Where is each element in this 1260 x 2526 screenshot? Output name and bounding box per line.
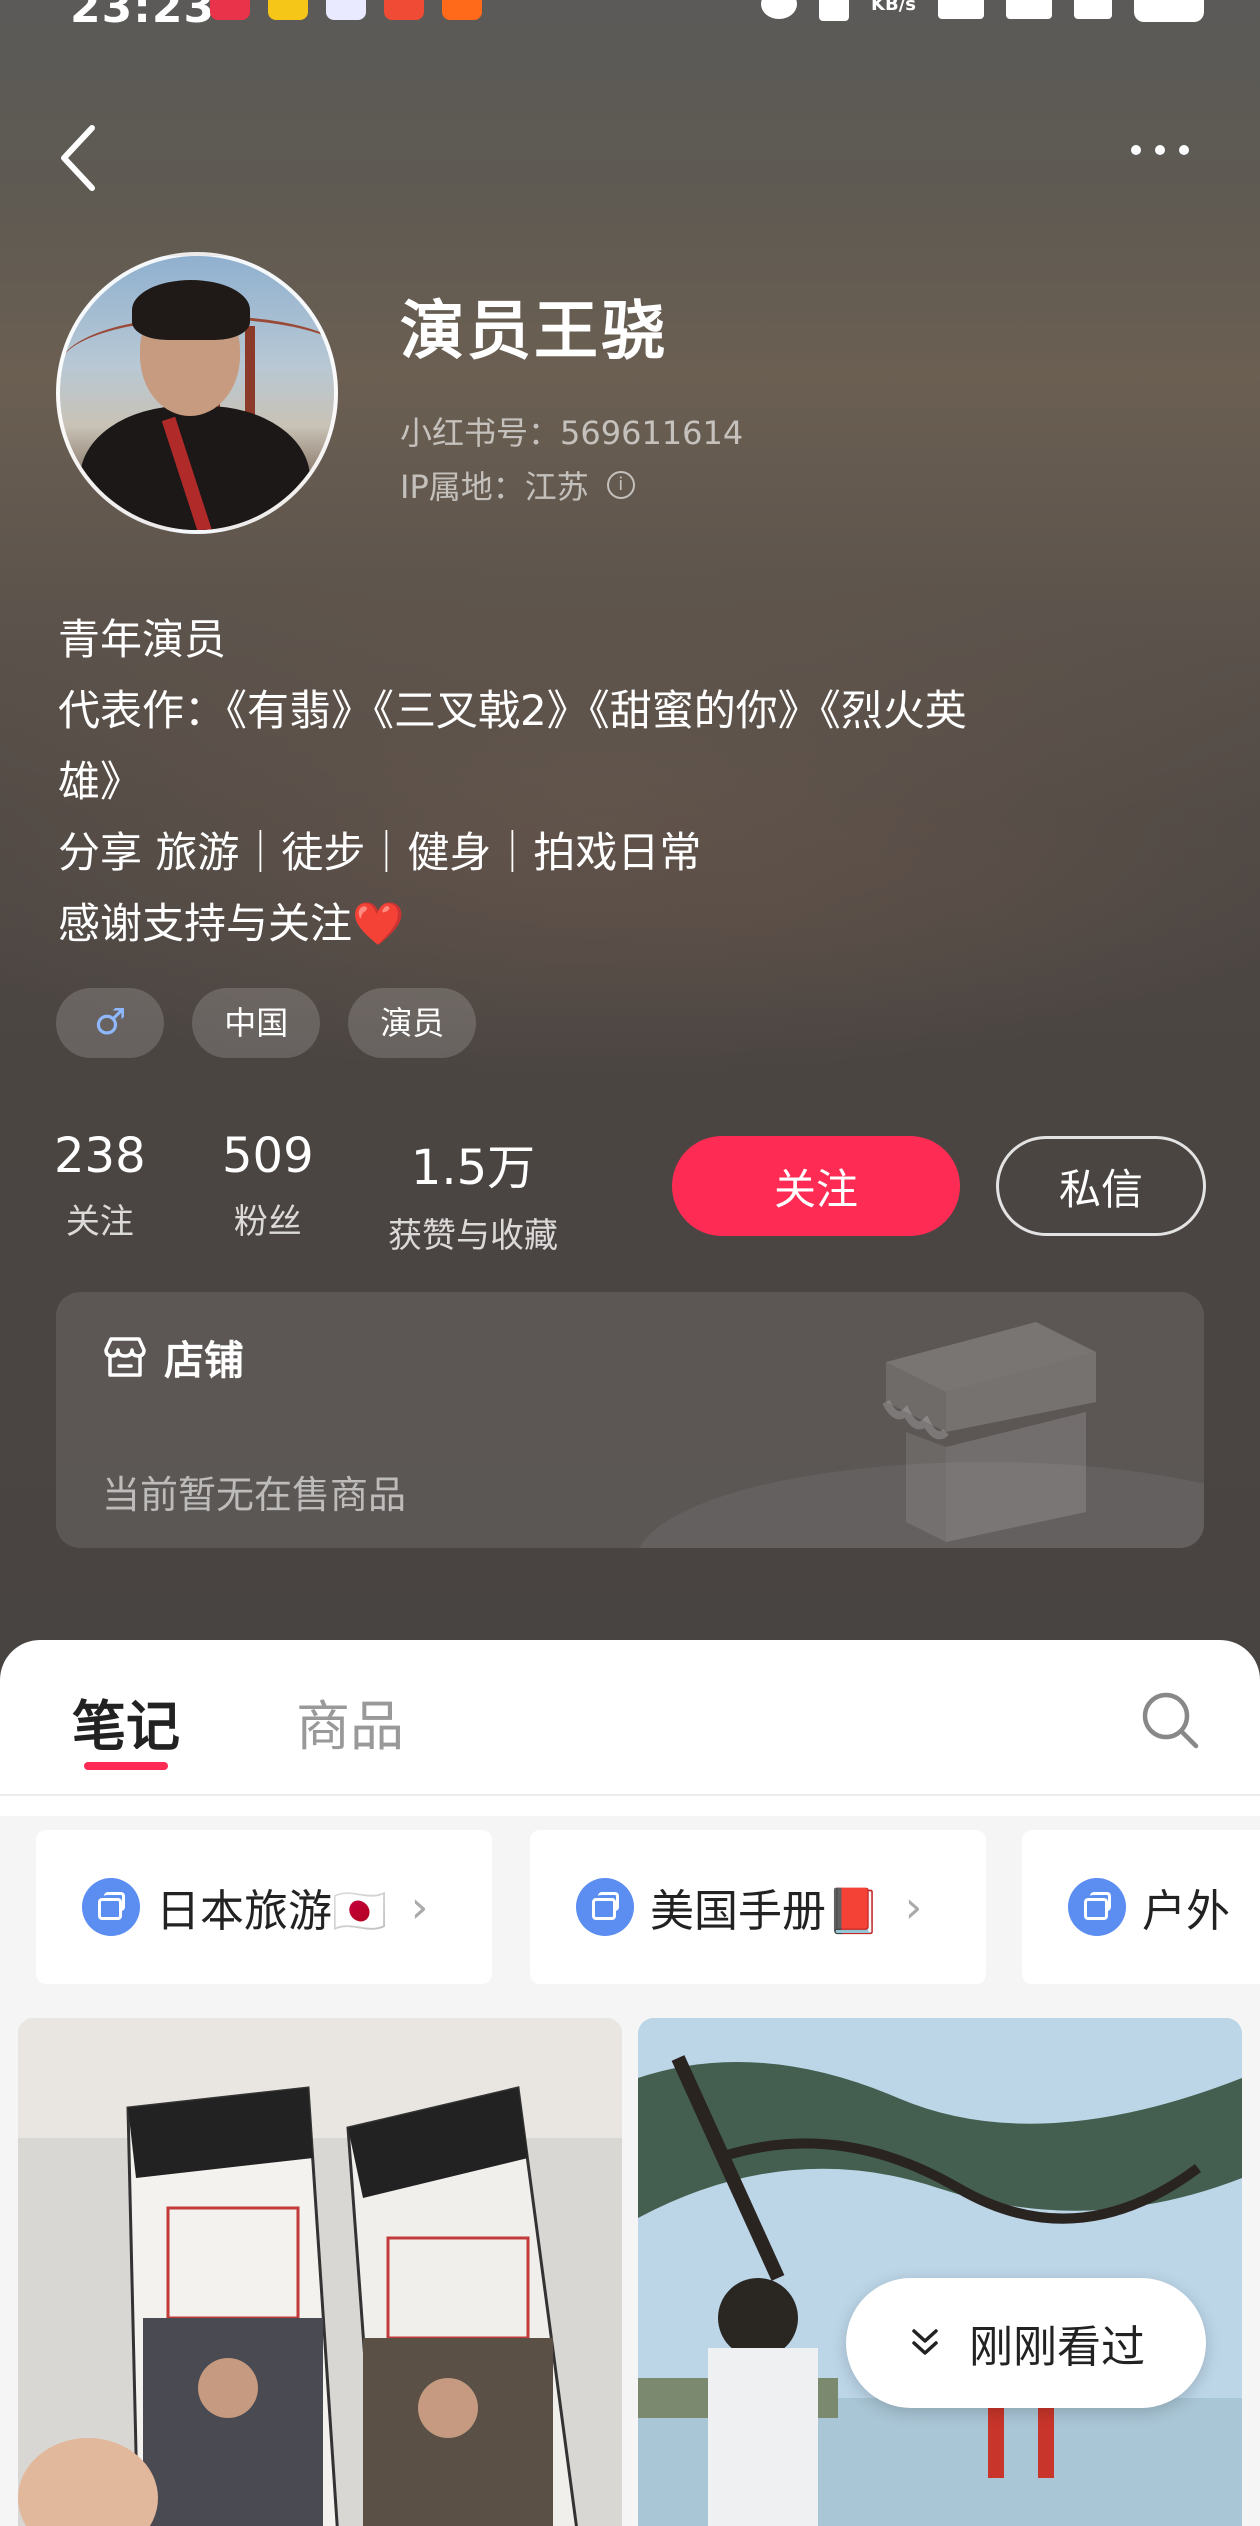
back-button[interactable]: [52, 120, 112, 196]
followers-label: 粉丝: [233, 1202, 302, 1242]
likes-count: 1.5万: [410, 1140, 536, 1196]
store-icon: [104, 1337, 146, 1377]
collection-label: 日本旅游🇯🇵: [156, 1886, 387, 1937]
recently-viewed-label: 刚刚看过: [969, 2322, 1145, 2373]
bio-line: 雄》: [58, 757, 143, 806]
network-speed: KB/s: [871, 0, 916, 15]
info-icon[interactable]: i: [606, 471, 635, 499]
following-count: 238: [54, 1128, 146, 1184]
collection-item[interactable]: 户外: [1022, 1830, 1260, 1984]
avatar[interactable]: [56, 252, 338, 534]
notes-feed: [0, 1996, 1260, 2526]
likes-label: 获赞与收藏: [388, 1216, 558, 1256]
notification-icons: [210, 0, 482, 20]
note-cover-image: [18, 2018, 622, 2526]
collection-icon: [1068, 1878, 1126, 1936]
more-options-button[interactable]: [1120, 130, 1200, 170]
collection-label: 美国手册📕: [650, 1886, 881, 1937]
message-button[interactable]: 私信: [996, 1136, 1206, 1236]
search-icon: [1142, 1692, 1199, 1749]
tab-active-indicator: [84, 1762, 168, 1770]
tab-notes[interactable]: 笔记: [72, 1682, 180, 1761]
profile-tags: ♂ 中国 演员: [56, 988, 477, 1058]
shop-empty-text: 当前暂无在售商品: [102, 1473, 407, 1517]
ip-location: IP属地：江苏 i: [400, 462, 635, 508]
app-notification-icon: [326, 0, 366, 20]
bio-line: 感谢支持与关注❤️: [58, 888, 1198, 959]
note-cover-image: [638, 2018, 1242, 2526]
search-button[interactable]: [1138, 1688, 1202, 1752]
redbook-id[interactable]: 小红书号：569611614: [400, 408, 743, 454]
shop-title-text: 店铺: [164, 1338, 244, 1384]
bio-line: 代表作：《有翡》《三叉戟2》《甜蜜的你》《烈火英: [58, 686, 967, 735]
vibrate-icon: [819, 0, 850, 21]
profile-nickname: 演员王骁: [400, 295, 668, 369]
app-notification-icon: [210, 0, 250, 20]
note-card[interactable]: [638, 2018, 1242, 2526]
signal-icon: [1006, 0, 1052, 19]
signal-icon: [938, 0, 984, 19]
app-notification-icon: [384, 0, 424, 20]
chevron-right-icon: ›: [410, 1881, 429, 1933]
region-tag[interactable]: 中国: [192, 988, 321, 1058]
bio-line: 青年演员: [58, 615, 227, 664]
tab-products[interactable]: 商品: [296, 1682, 404, 1761]
alarm-icon: [761, 0, 798, 19]
note-card[interactable]: [18, 2018, 622, 2526]
system-icons: KB/s: [761, 0, 1204, 22]
more-dot-icon: [1155, 145, 1165, 155]
weibo-icon: [268, 0, 308, 20]
followers-stat[interactable]: 509 粉丝: [222, 1128, 314, 1243]
storefront-illustration: [882, 1322, 1096, 1542]
ip-location-text: IP属地：江苏: [400, 468, 589, 506]
wifi-icon: [1074, 0, 1112, 19]
content-tab-bar: 笔记 商品: [0, 1640, 1260, 1796]
chevron-right-icon: ›: [904, 1881, 923, 1933]
collection-icon: [576, 1878, 634, 1936]
likes-stat[interactable]: 1.5万 获赞与收藏: [388, 1128, 558, 1257]
follow-button[interactable]: 关注: [672, 1136, 960, 1236]
collection-icon: [82, 1878, 140, 1936]
bio-line: 分享 旅游｜徒步｜健身｜拍戏日常: [58, 828, 702, 877]
more-dot-icon: [1179, 145, 1189, 155]
shop-title: 店铺: [102, 1328, 244, 1386]
followers-count: 509: [222, 1128, 314, 1184]
heart-icon: ❤️: [352, 899, 405, 948]
avatar-photo-detail: [132, 280, 250, 340]
bio-line-text: 感谢支持与关注: [58, 899, 353, 948]
more-dot-icon: [1131, 145, 1141, 155]
following-stat[interactable]: 238 关注: [54, 1128, 146, 1243]
recently-viewed-button[interactable]: 刚刚看过: [846, 2278, 1206, 2408]
collections-row: 日本旅游🇯🇵 › 美国手册📕 › 户外: [0, 1816, 1260, 1996]
battery-icon: [1134, 0, 1204, 22]
gender-tag[interactable]: ♂: [56, 988, 165, 1058]
collection-item[interactable]: 日本旅游🇯🇵 ›: [36, 1830, 492, 1984]
following-label: 关注: [65, 1202, 134, 1242]
shop-card[interactable]: 店铺 当前暂无在售商品: [56, 1292, 1204, 1548]
double-chevron-down-icon: [912, 2329, 938, 2355]
chevron-left-icon: [61, 125, 95, 191]
status-bar: 23:23 KB/s: [0, 0, 1260, 40]
occupation-tag[interactable]: 演员: [348, 988, 477, 1058]
profile-bio: 青年演员 代表作：《有翡》《三叉戟2》《甜蜜的你》《烈火英 雄》 分享 旅游｜徒…: [58, 604, 1198, 959]
collection-item[interactable]: 美国手册📕 ›: [530, 1830, 986, 1984]
status-time: 23:23: [70, 0, 216, 33]
app-notification-icon: [442, 0, 482, 20]
collection-label: 户外: [1142, 1886, 1230, 1937]
